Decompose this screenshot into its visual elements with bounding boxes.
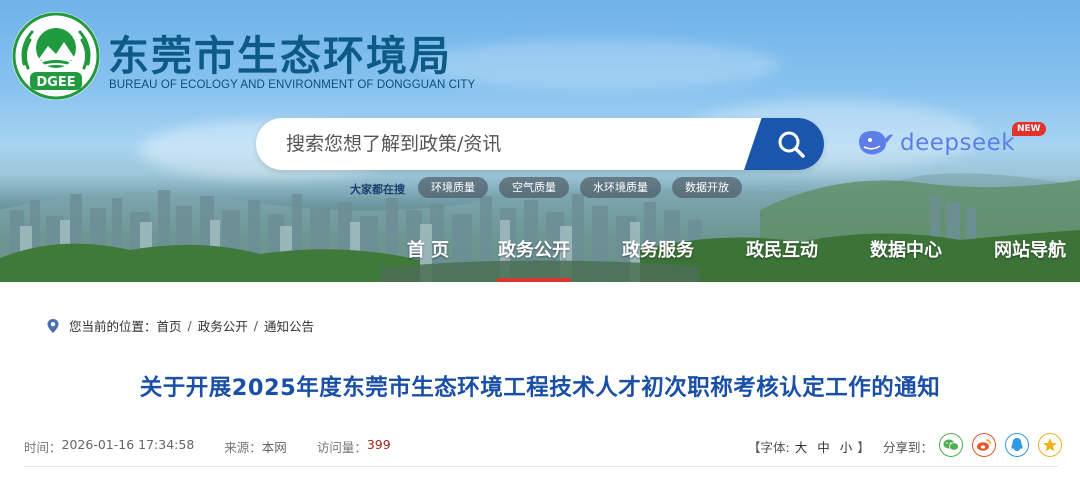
share-weibo-button[interactable] (972, 433, 996, 457)
deepseek-label: deepseek (900, 130, 1016, 156)
whale-icon (859, 131, 893, 155)
visit-count: 399 (366, 437, 391, 452)
breadcrumb-home[interactable]: 首页 (157, 316, 182, 335)
hot-tag-open-data[interactable]: 数据开放 (672, 177, 742, 198)
deepseek-button[interactable]: deepseek (856, 120, 1015, 166)
article-source: 本网 (261, 440, 287, 455)
font-size-medium-button[interactable]: 中 (817, 437, 830, 456)
breadcrumb-separator: / (253, 318, 258, 333)
qq-icon (1011, 438, 1023, 451)
hot-tag-environment-quality[interactable]: 环境质量 (418, 177, 488, 198)
font-size-switcher: 【字体: 大 中 小 】 (748, 437, 870, 456)
share-icons (939, 433, 1062, 457)
hot-tag-air-quality[interactable]: 空气质量 (499, 177, 569, 198)
nav-item-home[interactable]: 首 页 (384, 236, 472, 282)
site-title[interactable]: 东莞市生态环境局 (108, 22, 452, 82)
share-qzone-button[interactable] (1038, 433, 1062, 457)
search-button[interactable] (744, 118, 824, 170)
time-label: 时间： (24, 440, 62, 455)
hot-search-tags: 环境质量 空气质量 水环境质量 数据开放 (418, 177, 742, 198)
visits-label: 访问量： (316, 440, 367, 455)
article-title: 关于开展2025年度东莞市生态环境工程技术人才初次职称考核认定工作的通知 (139, 375, 941, 401)
source-label: 来源： (224, 440, 262, 455)
nav-item-government-affairs-disclosure[interactable]: 政务公开 (472, 236, 596, 282)
breadcrumb: 您当前的位置： 首页 / 政务公开 / 通知公告 (46, 316, 314, 335)
font-size-label-open: 【字体: (748, 440, 790, 455)
dgee-logo: DGEE (12, 12, 100, 100)
search-box (256, 118, 824, 170)
new-badge: NEW (1012, 122, 1046, 136)
share-label: 分享到： (883, 440, 934, 455)
nav-item-site-navigation[interactable]: 网站导航 (968, 236, 1080, 282)
wechat-icon (943, 439, 959, 451)
breadcrumb-government-affairs[interactable]: 政务公开 (198, 316, 248, 335)
hot-search-label: 大家都在搜 (350, 183, 405, 196)
breadcrumb-prefix: 您当前的位置： (69, 319, 157, 334)
divider (24, 466, 1058, 467)
main-nav: 首 页 政务公开 政务服务 政民互动 数据中心 网站导航 (384, 236, 1080, 282)
nav-item-government-services[interactable]: 政务服务 (596, 236, 720, 282)
breadcrumb-separator: / (187, 318, 192, 333)
logo-text: DGEE (36, 75, 75, 90)
share-wechat-button[interactable] (939, 433, 963, 457)
header-banner: DGEE 东莞市生态环境局 BUREAU OF ECOLOGY AND ENVI… (0, 0, 1080, 282)
article-meta: 时间： 2026-01-16 17:34:58 来源： 本网 访问量： 399 (24, 437, 391, 456)
font-size-large-button[interactable]: 大 (795, 437, 808, 456)
nav-item-data-center[interactable]: 数据中心 (844, 236, 968, 282)
site-subtitle: BUREAU OF ECOLOGY AND ENVIRONMENT OF DON… (109, 79, 476, 91)
qzone-icon (1043, 438, 1057, 452)
breadcrumb-notices[interactable]: 通知公告 (264, 316, 314, 335)
publish-time: 2026-01-16 17:34:58 (61, 437, 195, 452)
location-pin-icon (47, 318, 59, 333)
search-input[interactable] (256, 118, 746, 170)
nav-item-public-interaction[interactable]: 政民互动 (720, 236, 844, 282)
font-size-label-close: 】 (857, 440, 870, 455)
share-qq-button[interactable] (1005, 433, 1029, 457)
font-size-small-button[interactable]: 小 (840, 437, 853, 456)
weibo-icon (977, 439, 992, 451)
search-icon (778, 131, 805, 158)
hot-tag-water-quality[interactable]: 水环境质量 (580, 177, 661, 198)
